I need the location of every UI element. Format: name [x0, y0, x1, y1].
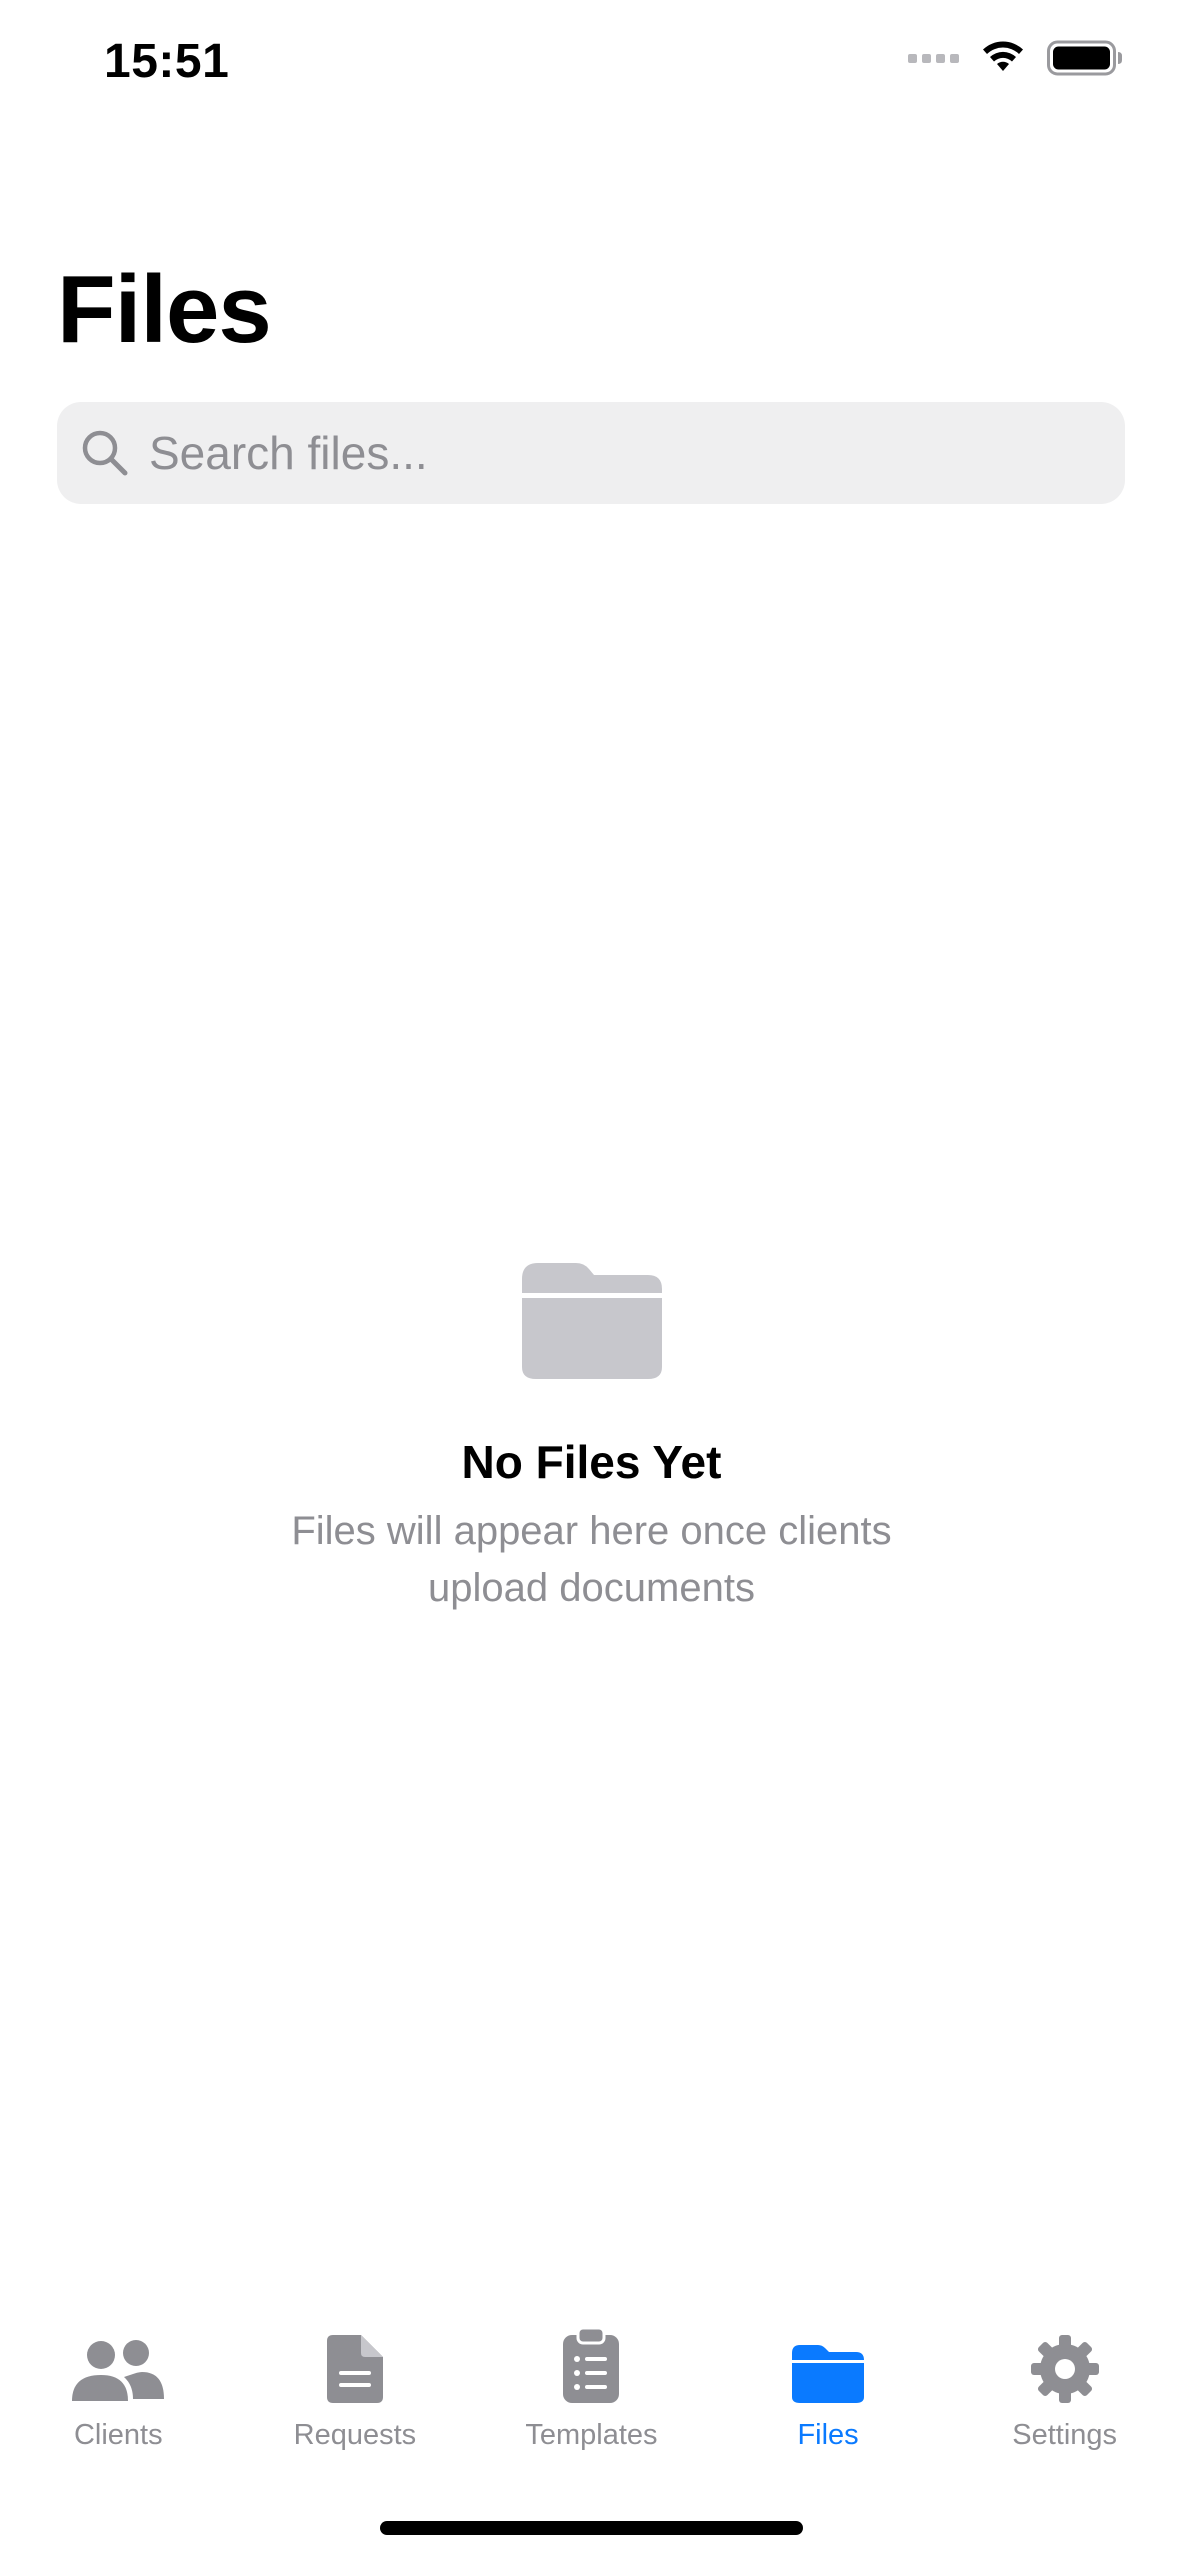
tab-files[interactable]: Files	[710, 2325, 947, 2475]
tab-label: Templates	[525, 2419, 658, 2451]
clipboard-icon	[563, 2327, 620, 2403]
document-icon	[326, 2335, 383, 2403]
files-screen: 15:51 Files No Files Yet Files	[0, 0, 1183, 2560]
tab-requests[interactable]: Requests	[237, 2325, 474, 2475]
tab-clients[interactable]: Clients	[0, 2325, 237, 2475]
tab-label: Files	[797, 2419, 859, 2451]
tab-label: Settings	[1012, 2419, 1118, 2451]
empty-state-title: No Files Yet	[461, 1436, 722, 1488]
tab-label: Clients	[73, 2419, 163, 2451]
tab-bar: Clients Requests Templates Files Setting…	[0, 2325, 1183, 2475]
folder-icon	[792, 2345, 865, 2403]
tab-label: Requests	[293, 2419, 417, 2451]
page-title: Files	[57, 256, 272, 363]
empty-state-message: Files will appear here once clients uplo…	[291, 1509, 892, 1610]
home-indicator[interactable]	[380, 2521, 803, 2535]
battery-icon	[1047, 40, 1122, 76]
gear-icon	[1030, 2335, 1099, 2403]
cellular-signal-icon	[908, 53, 959, 63]
tab-settings[interactable]: Settings	[946, 2325, 1183, 2475]
status-time: 15:51	[104, 35, 230, 88]
folder-icon	[521, 1263, 662, 1379]
status-icons	[908, 40, 1123, 76]
search-icon	[82, 430, 128, 476]
people-icon	[72, 2340, 165, 2401]
tab-templates[interactable]: Templates	[473, 2325, 710, 2475]
search-input[interactable]	[147, 425, 1051, 481]
search-bar[interactable]	[57, 402, 1125, 504]
wifi-icon	[983, 41, 1023, 71]
empty-state: No Files Yet Files will appear here once…	[0, 1255, 1183, 1617]
